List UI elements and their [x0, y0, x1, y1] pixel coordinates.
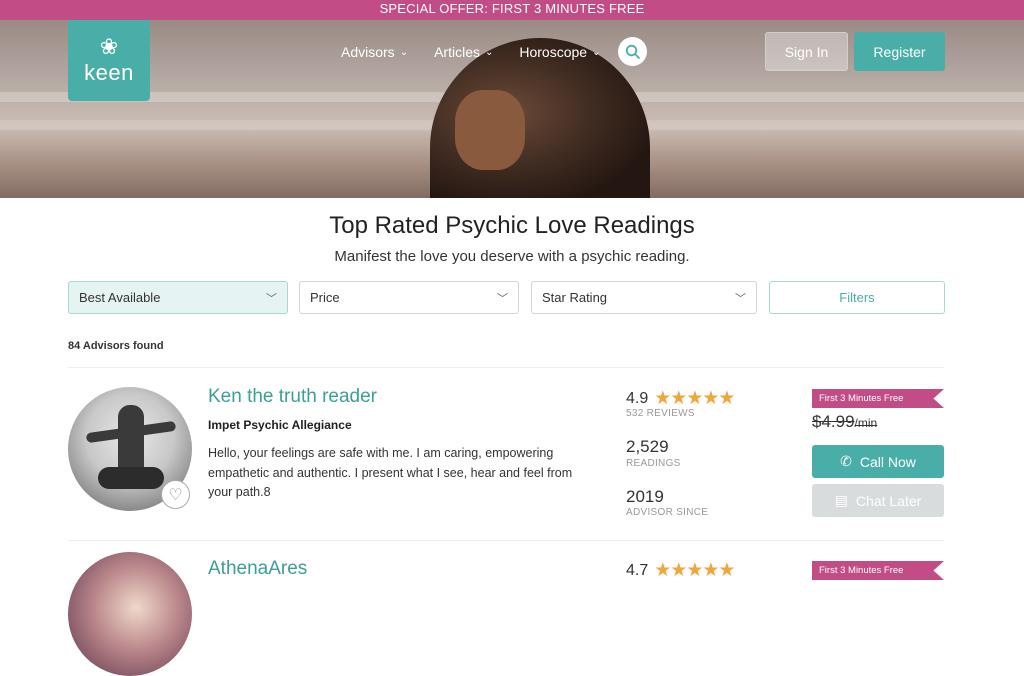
- readings-count: 2,529: [626, 437, 669, 456]
- price-select-value: Price: [310, 290, 340, 305]
- register-button[interactable]: Register: [854, 32, 945, 71]
- nav-label: Horoscope: [519, 44, 588, 60]
- advisor-rating: 4.9 ★★★★★: [626, 387, 735, 410]
- promo-banner[interactable]: SPECIAL OFFER: FIRST 3 MINUTES FREE: [0, 0, 1024, 20]
- nav-advisors[interactable]: Advisors ⌄: [341, 44, 408, 60]
- chat-bubble-icon: ▤: [834, 492, 848, 508]
- promo-ribbon: First 3 Minutes Free: [812, 389, 944, 408]
- chevron-down-icon: ⌄: [592, 46, 601, 58]
- advisor-since-label: ADVISOR SINCE: [626, 507, 709, 518]
- rating-value: 4.9: [626, 389, 649, 407]
- results-count: 84 Advisors found: [68, 340, 164, 352]
- price: $4.99/min: [812, 412, 877, 432]
- price-value: $4.99: [812, 412, 855, 431]
- price-unit: /min: [854, 416, 878, 430]
- star-rating-select-value: Star Rating: [542, 290, 608, 305]
- chevron-down-icon: ﹀: [735, 292, 746, 305]
- reviews-count[interactable]: 532 REVIEWS: [626, 408, 695, 419]
- keen-logo[interactable]: ❀ keen: [68, 20, 150, 101]
- filters-button[interactable]: Filters: [769, 281, 945, 314]
- search-button[interactable]: [618, 37, 647, 66]
- nav-label: Advisors: [341, 44, 395, 60]
- advisor-name[interactable]: Ken the truth reader: [208, 386, 377, 408]
- sort-select[interactable]: Best Available ﹀: [68, 281, 288, 314]
- advisor-avatar[interactable]: [68, 552, 192, 676]
- sort-select-value: Best Available: [79, 290, 161, 305]
- divider: [68, 367, 944, 368]
- advisor-guild: Impet Psychic Allegiance: [208, 418, 352, 432]
- chevron-down-icon: ﹀: [266, 292, 277, 305]
- phone-icon: ✆: [840, 453, 852, 469]
- main-nav: Advisors ⌄ Articles ⌄ Horoscope ⌄: [341, 44, 626, 60]
- nav-horoscope[interactable]: Horoscope ⌄: [519, 44, 600, 60]
- advisor-name[interactable]: AthenaAres: [208, 558, 307, 580]
- star-rating-icon: ★★★★★: [654, 388, 735, 409]
- page-subtitle: Manifest the love you deserve with a psy…: [334, 248, 690, 265]
- chevron-down-icon: ⌄: [484, 46, 494, 58]
- favorite-heart-icon[interactable]: ♡: [161, 480, 190, 509]
- readings-label: READINGS: [626, 458, 681, 469]
- chat-later-button[interactable]: ▤ Chat Later: [812, 484, 944, 517]
- hero-image-face: [455, 90, 525, 170]
- rating-value: 4.7: [626, 561, 649, 579]
- star-rating-select[interactable]: Star Rating ﹀: [531, 281, 757, 314]
- page-title: Top Rated Psychic Love Readings: [329, 212, 695, 239]
- nav-label: Articles: [434, 44, 480, 60]
- logo-text: keen: [84, 59, 134, 85]
- nav-articles[interactable]: Articles ⌄: [434, 44, 493, 60]
- search-icon: [625, 44, 640, 59]
- hero-banner: ❀ keen Advisors ⌄ Articles ⌄ Horoscope ⌄…: [0, 20, 1024, 198]
- sign-in-button[interactable]: Sign In: [765, 32, 848, 71]
- chevron-down-icon: ﹀: [497, 292, 508, 305]
- divider: [68, 540, 944, 541]
- price-select[interactable]: Price ﹀: [299, 281, 519, 314]
- chevron-down-icon: ⌄: [399, 46, 409, 58]
- call-now-label: Call Now: [859, 453, 916, 470]
- lotus-icon: ❀: [99, 33, 119, 59]
- call-now-button[interactable]: ✆ Call Now: [812, 445, 944, 478]
- chat-later-label: Chat Later: [855, 492, 922, 509]
- promo-ribbon: First 3 Minutes Free: [812, 561, 944, 580]
- advisor-since-year: 2019: [626, 487, 664, 506]
- filters-button-label: Filters: [839, 290, 875, 305]
- avatar-figure: [98, 467, 164, 489]
- advisor-bio: Hello, your feelings are safe with me. I…: [208, 446, 573, 499]
